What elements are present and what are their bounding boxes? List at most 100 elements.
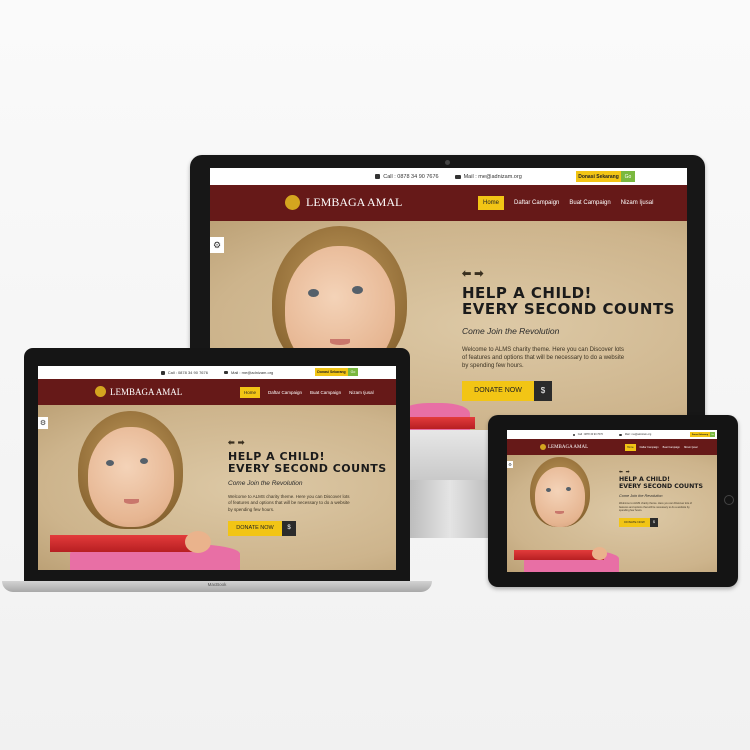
mail-text: Mail : me@adnizam.org: [230, 370, 274, 375]
hero-subtitle: Come Join the Revolution: [462, 325, 560, 336]
nav-buat-campaign[interactable]: Buat Campaign: [310, 390, 341, 395]
call-text: Call : 0878 34 90 7676: [383, 173, 439, 180]
hero-title-line2: EVERY SECOND COUNTS: [619, 482, 703, 490]
call-info: Call : 0878 34 90 7676: [160, 370, 208, 375]
nav-user[interactable]: Nizam Ijusal: [621, 200, 654, 206]
navbar: LEMBAGA AMAL Home Daftar Campaign Buat C…: [210, 185, 687, 221]
tablet-home-button[interactable]: [724, 495, 734, 505]
donate-top-label[interactable]: Donasi Sekarang: [576, 171, 621, 182]
logo-icon: [95, 386, 106, 397]
donate-top-go[interactable]: Go: [348, 368, 358, 376]
hero-description: Welcome to ALMS charity theme. Here you …: [462, 346, 625, 370]
logo-icon: [540, 444, 546, 450]
donate-now-cta[interactable]: DONATE NOW $: [619, 517, 715, 527]
nav-buat-campaign[interactable]: Buat Campaign: [663, 446, 680, 449]
mail-text: Mail : me@adnizam.org: [624, 433, 652, 436]
hero-subtitle: Come Join the Revolution: [619, 494, 663, 498]
monitor-stand: [410, 480, 490, 538]
topbar: Call : 0878 34 90 7676 Mail : me@adnizam…: [507, 430, 717, 439]
arrow-left-icon[interactable]: ⬅: [462, 267, 471, 280]
hero-description: Welcome to ALMS charity theme. Here you …: [228, 494, 350, 512]
nav-home[interactable]: Home: [478, 196, 505, 210]
hero-copy: ⬅ ➡ HELP A CHILD! EVERY SECOND COUNTS Co…: [462, 267, 682, 401]
brand-name: LEMBAGA AMAL: [110, 386, 183, 397]
hero-title: HELP A CHILD! EVERY SECOND COUNTS: [462, 285, 682, 318]
nav-user[interactable]: Nizam Ijusal: [349, 390, 374, 395]
mail-icon: [454, 174, 461, 179]
website-tablet: Call : 0878 34 90 7676 Mail : me@adnizam…: [507, 430, 717, 572]
gear-icon[interactable]: ⚙: [210, 237, 224, 253]
nav-daftar-campaign[interactable]: Daftar Campaign: [640, 446, 659, 449]
donate-top-button[interactable]: Donasi Sekarang Go: [315, 368, 358, 376]
call-info: Call : 0878 34 90 7676: [572, 433, 603, 436]
navbar: LEMBAGA AMAL Home Daftar Campaign Buat C…: [507, 439, 717, 455]
hero-title-line1: HELP A CHILD!: [228, 450, 325, 463]
slider-arrows[interactable]: ⬅ ➡: [462, 267, 682, 280]
logo-icon: [285, 195, 300, 210]
nav-daftar-campaign[interactable]: Daftar Campaign: [514, 200, 559, 206]
hero-subtitle: Come Join the Revolution: [228, 480, 303, 488]
nav-home[interactable]: Home: [625, 444, 636, 451]
donate-now-button[interactable]: DONATE NOW: [619, 517, 650, 527]
phone-icon: [160, 370, 165, 375]
hero: ⚙ ⬅ ➡ HELP A CHILD! EVERY SECOND COUNTS …: [38, 405, 396, 570]
brand-name: LEMBAGA AMAL: [548, 444, 589, 450]
donate-now-button[interactable]: DONATE NOW: [462, 380, 534, 401]
mail-info: Mail : me@adnizam.org: [618, 433, 652, 436]
nav-menu: Home Daftar Campaign Buat Campaign Nizam…: [240, 387, 374, 398]
donate-top-go[interactable]: Go: [621, 171, 635, 182]
website-laptop: Call : 0878 34 90 7676 Mail : me@adnizam…: [38, 366, 396, 570]
donate-now-cta[interactable]: DONATE NOW $: [462, 380, 682, 401]
hero-description: Welcome to ALMS charity theme. Here you …: [619, 502, 692, 513]
call-info: Call : 0878 34 90 7676: [375, 173, 439, 180]
call-text: Call : 0878 34 90 7676: [167, 370, 208, 375]
nav-daftar-campaign[interactable]: Daftar Campaign: [268, 390, 302, 395]
donate-now-button[interactable]: DONATE NOW: [228, 520, 282, 536]
donate-top-button[interactable]: Donasi Sekarang Go: [576, 171, 635, 182]
donate-top-label[interactable]: Donasi Sekarang: [690, 432, 710, 437]
arrow-left-icon[interactable]: ⬅: [228, 438, 235, 447]
hero-image-girl: [50, 405, 240, 570]
hero-copy: ⬅ ➡ HELP A CHILD! EVERY SECOND COUNTS Co…: [619, 469, 715, 527]
dollar-icon[interactable]: $: [282, 520, 296, 536]
arrow-right-icon[interactable]: ➡: [238, 438, 245, 447]
mail-icon: [618, 433, 622, 436]
arrow-right-icon[interactable]: ➡: [626, 469, 630, 475]
hero-title-line2: EVERY SECOND COUNTS: [228, 461, 387, 475]
laptop-brand-label: MacBook: [207, 582, 227, 587]
arrow-left-icon[interactable]: ⬅: [619, 469, 623, 475]
tablet-screen: Call : 0878 34 90 7676 Mail : me@adnizam…: [507, 430, 717, 572]
laptop-screen: Call : 0878 34 90 7676 Mail : me@adnizam…: [38, 366, 396, 570]
dollar-icon[interactable]: $: [650, 517, 658, 527]
brand[interactable]: LEMBAGA AMAL: [285, 195, 402, 210]
slider-arrows[interactable]: ⬅ ➡: [619, 469, 715, 475]
donate-top-go[interactable]: Go: [710, 432, 715, 437]
hero-title: HELP A CHILD! EVERY SECOND COUNTS: [619, 476, 715, 490]
phone-icon: [572, 433, 575, 436]
nav-menu: Home Daftar Campaign Buat Campaign Nizam…: [625, 444, 697, 451]
hero-image-girl: [512, 455, 622, 572]
gear-icon[interactable]: ⚙: [38, 417, 48, 429]
arrow-right-icon[interactable]: ➡: [474, 267, 483, 280]
nav-menu: Home Daftar Campaign Buat Campaign Nizam…: [478, 196, 653, 210]
nav-buat-campaign[interactable]: Buat Campaign: [569, 200, 610, 206]
navbar: LEMBAGA AMAL Home Daftar Campaign Buat C…: [38, 379, 396, 405]
donate-now-cta[interactable]: DONATE NOW $: [228, 520, 393, 536]
call-text: Call : 0878 34 90 7676: [577, 433, 603, 436]
brand-name: LEMBAGA AMAL: [306, 195, 403, 209]
nav-user[interactable]: Nizam Ijusal: [684, 446, 698, 449]
hero-title: HELP A CHILD! EVERY SECOND COUNTS: [228, 451, 393, 474]
product-mockup-stage: Call : 0878 34 90 7676 Mail : me@adnizam…: [0, 0, 750, 750]
nav-home[interactable]: Home: [240, 387, 261, 398]
dollar-icon[interactable]: $: [534, 380, 552, 401]
slider-arrows[interactable]: ⬅ ➡: [228, 438, 393, 447]
mail-icon: [223, 371, 228, 374]
mail-info: Mail : me@adnizam.org: [223, 370, 274, 375]
donate-top-label[interactable]: Donasi Sekarang: [315, 368, 348, 376]
phone-icon: [375, 174, 381, 179]
donate-top-button[interactable]: Donasi Sekarang Go: [690, 432, 715, 437]
brand[interactable]: LEMBAGA AMAL: [540, 444, 588, 450]
hero: ⚙ ⬅ ➡ HELP A CHILD! EVERY SECOND COUNTS …: [507, 455, 717, 572]
monitor-camera: [445, 160, 450, 165]
brand[interactable]: LEMBAGA AMAL: [95, 386, 182, 397]
